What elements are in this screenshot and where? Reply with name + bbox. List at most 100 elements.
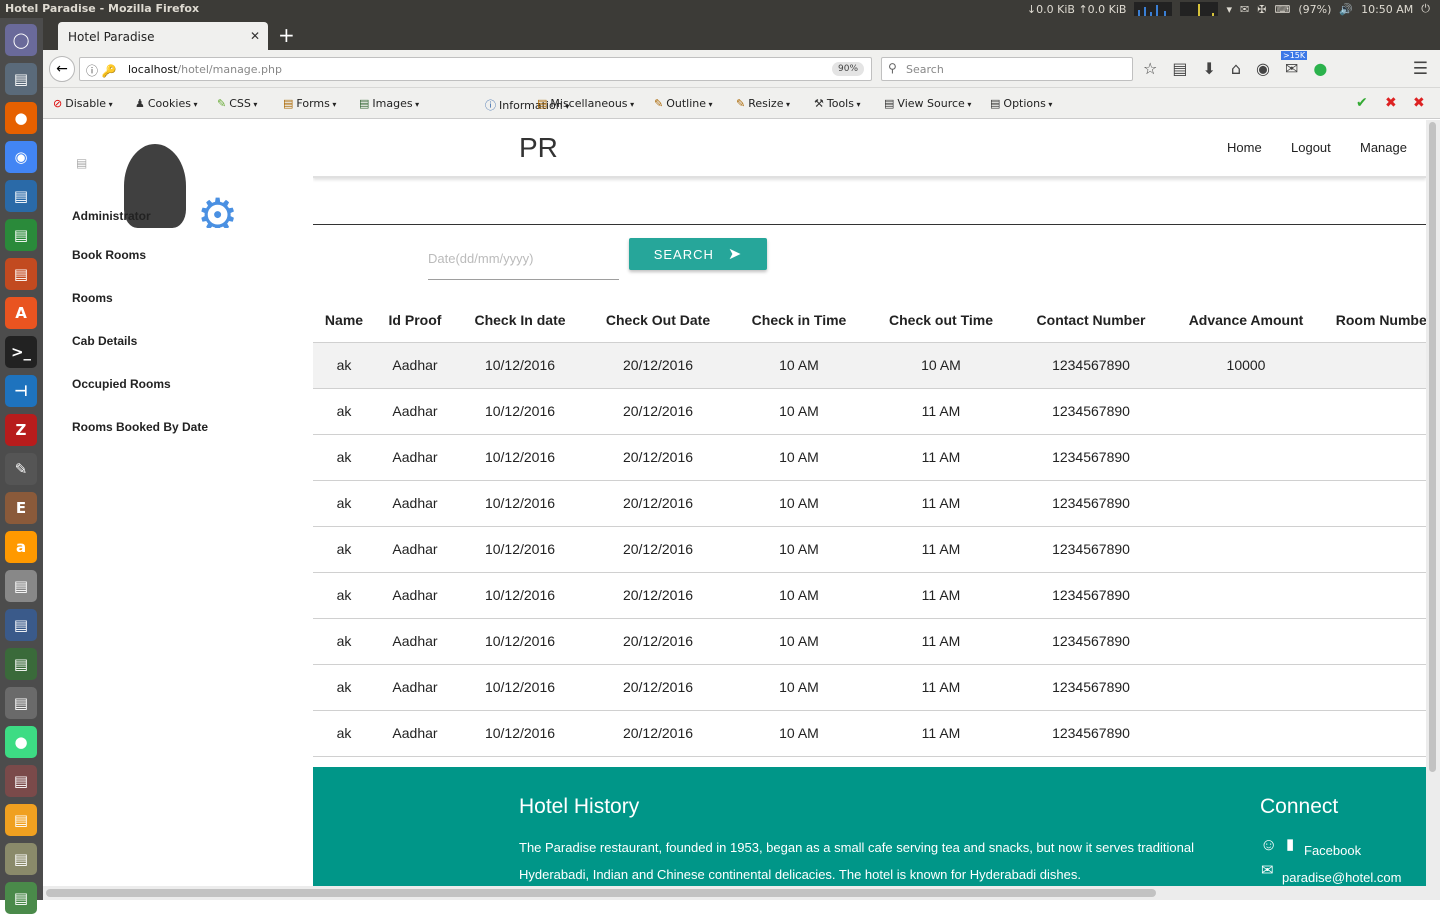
sdk-icon[interactable]: ▤	[5, 765, 37, 797]
site-info-icon[interactable]: ⓘ 🔑	[86, 62, 117, 79]
menu-icon[interactable]: ☰	[1413, 59, 1428, 79]
url-bar[interactable]: ⓘ 🔑 localhost/hotel/manage.php 90% ↻	[79, 57, 899, 81]
archive-icon[interactable]: ▤	[5, 843, 37, 875]
site-logo[interactable]: PR	[519, 132, 558, 164]
keyboard-icon[interactable]: ⌨	[1274, 3, 1290, 16]
page-header: PR Home Logout Manage	[313, 120, 1426, 178]
webdev-menu-resize[interactable]: ✎ Resize ▾	[736, 97, 790, 110]
drive-icon[interactable]: ▤	[5, 882, 37, 914]
webdev-menu-view-source[interactable]: ▤ View Source ▾	[884, 97, 971, 110]
facebook-link[interactable]: Facebook	[1304, 843, 1361, 858]
mail-tray-icon[interactable]: ✉	[1240, 3, 1249, 16]
vertical-scrollbar[interactable]	[1426, 120, 1440, 886]
tab-hotel-paradise[interactable]: Hotel Paradise ✕	[58, 22, 268, 50]
folder-icon[interactable]: ▤	[5, 804, 37, 836]
error-icon[interactable]: ✖	[1385, 95, 1397, 111]
android-studio-icon[interactable]: ●	[5, 726, 37, 758]
reading-list-icon[interactable]: ▤	[1172, 59, 1187, 78]
bluetooth-icon[interactable]: ✠	[1257, 3, 1266, 16]
sidebar-item-book-rooms[interactable]: Book Rooms	[72, 248, 146, 262]
files-icon[interactable]: ▤	[5, 63, 37, 95]
webdev-menu-images[interactable]: ▤ Images ▾	[359, 97, 419, 110]
search-button[interactable]: SEARCH ➤	[629, 238, 767, 270]
table-cell: Aadhar	[375, 710, 455, 757]
webdev-menu-label: Forms	[296, 97, 330, 110]
table-cell: 1234567890	[1015, 572, 1167, 619]
vertical-scroll-thumb[interactable]	[1429, 122, 1436, 772]
sidebar-item-rooms[interactable]: Rooms	[72, 291, 113, 305]
chevron-down-icon: ▾	[250, 100, 258, 109]
terminal-icon[interactable]: >_	[5, 336, 37, 368]
writer-icon[interactable]: ▤	[5, 180, 37, 212]
power-icon[interactable]: ⏻	[1421, 2, 1430, 16]
table-row[interactable]: ak Aadhar 10/12/2016 20/12/2016 10 AM 11 AM 12…	[313, 526, 1426, 573]
chrome-icon[interactable]: ◉	[5, 141, 37, 173]
disk-icon[interactable]: ▤	[5, 687, 37, 719]
extension-icon[interactable]: ●	[1313, 59, 1327, 78]
scanner-icon[interactable]: ▤	[5, 570, 37, 602]
gmail-icon[interactable]: ✉ >15K	[1281, 51, 1308, 78]
impress-icon[interactable]: ▤	[5, 258, 37, 290]
table-row[interactable]: ak Aadhar 10/12/2016 20/12/2016 10 AM 11 AM 12…	[313, 572, 1426, 619]
amazon-icon[interactable]: a	[5, 531, 37, 563]
software-center-icon[interactable]: A	[5, 297, 37, 329]
device-icon[interactable]: ▤	[5, 648, 37, 680]
firefox-icon[interactable]: ●	[5, 102, 37, 134]
volume-icon[interactable]: 🔊	[1339, 3, 1353, 16]
table-cell	[1167, 480, 1325, 527]
clock[interactable]: 10:50 AM	[1361, 3, 1413, 16]
webdev-menu-label: Images	[372, 97, 413, 110]
search-input[interactable]: ⚲ Search	[881, 57, 1133, 81]
vscode-icon[interactable]: ⊣	[5, 375, 37, 407]
wifi-icon[interactable]: ▾	[1226, 3, 1232, 16]
filezilla-icon[interactable]: Z	[5, 414, 37, 446]
nav-home[interactable]: Home	[1227, 140, 1262, 155]
horizontal-scrollbar[interactable]	[43, 886, 1440, 900]
webdev-menu-miscellaneous[interactable]: ▤ Miscellaneous ▾	[537, 97, 634, 110]
table-row[interactable]: ak Aadhar 10/12/2016 20/12/2016 10 AM 11 AM 12…	[313, 388, 1426, 435]
email-link[interactable]: paradise@hotel.com	[1282, 870, 1401, 885]
sidebar-item-rooms-booked-by-date[interactable]: Rooms Booked By Date	[72, 420, 208, 434]
webdev-menu-icon: ✎	[736, 97, 746, 110]
ubuntu-icon[interactable]: ◯	[5, 24, 37, 56]
table-row[interactable]: ak Aadhar 10/12/2016 20/12/2016 10 AM 11 AM 12…	[313, 710, 1426, 757]
webdev-menu-cookies[interactable]: ♟ Cookies ▾	[135, 97, 198, 110]
table-row[interactable]: ak Aadhar 10/12/2016 20/12/2016 10 AM 11 AM 12…	[313, 664, 1426, 711]
check-icon[interactable]: ✔	[1356, 95, 1368, 111]
download-icon[interactable]: ⬇	[1202, 59, 1215, 78]
webdev-menu-options[interactable]: ▤ Options ▾	[990, 97, 1052, 110]
zoom-level[interactable]: 90%	[832, 62, 865, 76]
table-row[interactable]: ak Aadhar 10/12/2016 20/12/2016 10 AM 11 AM 12…	[313, 618, 1426, 665]
nav-logout[interactable]: Logout	[1291, 140, 1331, 155]
webdev-menu-icon: ▤	[990, 97, 1001, 110]
horizontal-scroll-thumb[interactable]	[46, 889, 1156, 897]
close-toolbar-icon[interactable]: ✖	[1413, 95, 1425, 111]
back-button[interactable]: ←	[49, 56, 75, 82]
sidebar-item-cab-details[interactable]: Cab Details	[72, 334, 137, 348]
home-icon[interactable]: ⌂	[1231, 59, 1241, 78]
gear-icon[interactable]: ⚙	[197, 192, 238, 228]
table-row[interactable]: ak Aadhar 10/12/2016 20/12/2016 10 AM 11 AM 12…	[313, 434, 1426, 481]
webdev-menu-tools[interactable]: ⚒ Tools ▾	[814, 97, 861, 110]
webdev-menu-outline[interactable]: ✎ Outline ▾	[654, 97, 713, 110]
eric-icon[interactable]: E	[5, 492, 37, 524]
sidebar: ▤ ⚙ Administrator Book Rooms Rooms Cab D…	[43, 120, 313, 900]
calc-icon[interactable]: ▤	[5, 219, 37, 251]
date-input[interactable]: Date(dd/mm/yyyy)	[428, 248, 619, 280]
close-tab-icon[interactable]: ✕	[250, 29, 260, 43]
sidebar-item-occupied-rooms[interactable]: Occupied Rooms	[72, 377, 171, 391]
webdev-menu-disable[interactable]: ⊘ Disable ▾	[53, 97, 113, 110]
nav-manage[interactable]: Manage	[1360, 140, 1407, 155]
new-tab-icon[interactable]: +	[278, 23, 295, 47]
system-monitor-icon[interactable]: ▤	[5, 609, 37, 641]
webdev-menu-forms[interactable]: ▤ Forms ▾	[283, 97, 336, 110]
column-header: Check in Time	[731, 298, 867, 343]
webdev-menu-css[interactable]: ✎ CSS ▾	[217, 97, 257, 110]
pocket-icon[interactable]: ◉	[1256, 59, 1270, 78]
table-cell: 11 AM	[867, 526, 1015, 573]
bookmark-star-icon[interactable]: ☆	[1143, 59, 1157, 78]
battery-text[interactable]: (97%)	[1298, 3, 1331, 16]
table-row[interactable]: ak Aadhar 10/12/2016 20/12/2016 10 AM 11 AM 12…	[313, 480, 1426, 527]
text-editor-icon[interactable]: ✎	[5, 453, 37, 485]
table-row[interactable]: ak Aadhar 10/12/2016 20/12/2016 10 AM 10 AM 12…	[313, 342, 1426, 389]
